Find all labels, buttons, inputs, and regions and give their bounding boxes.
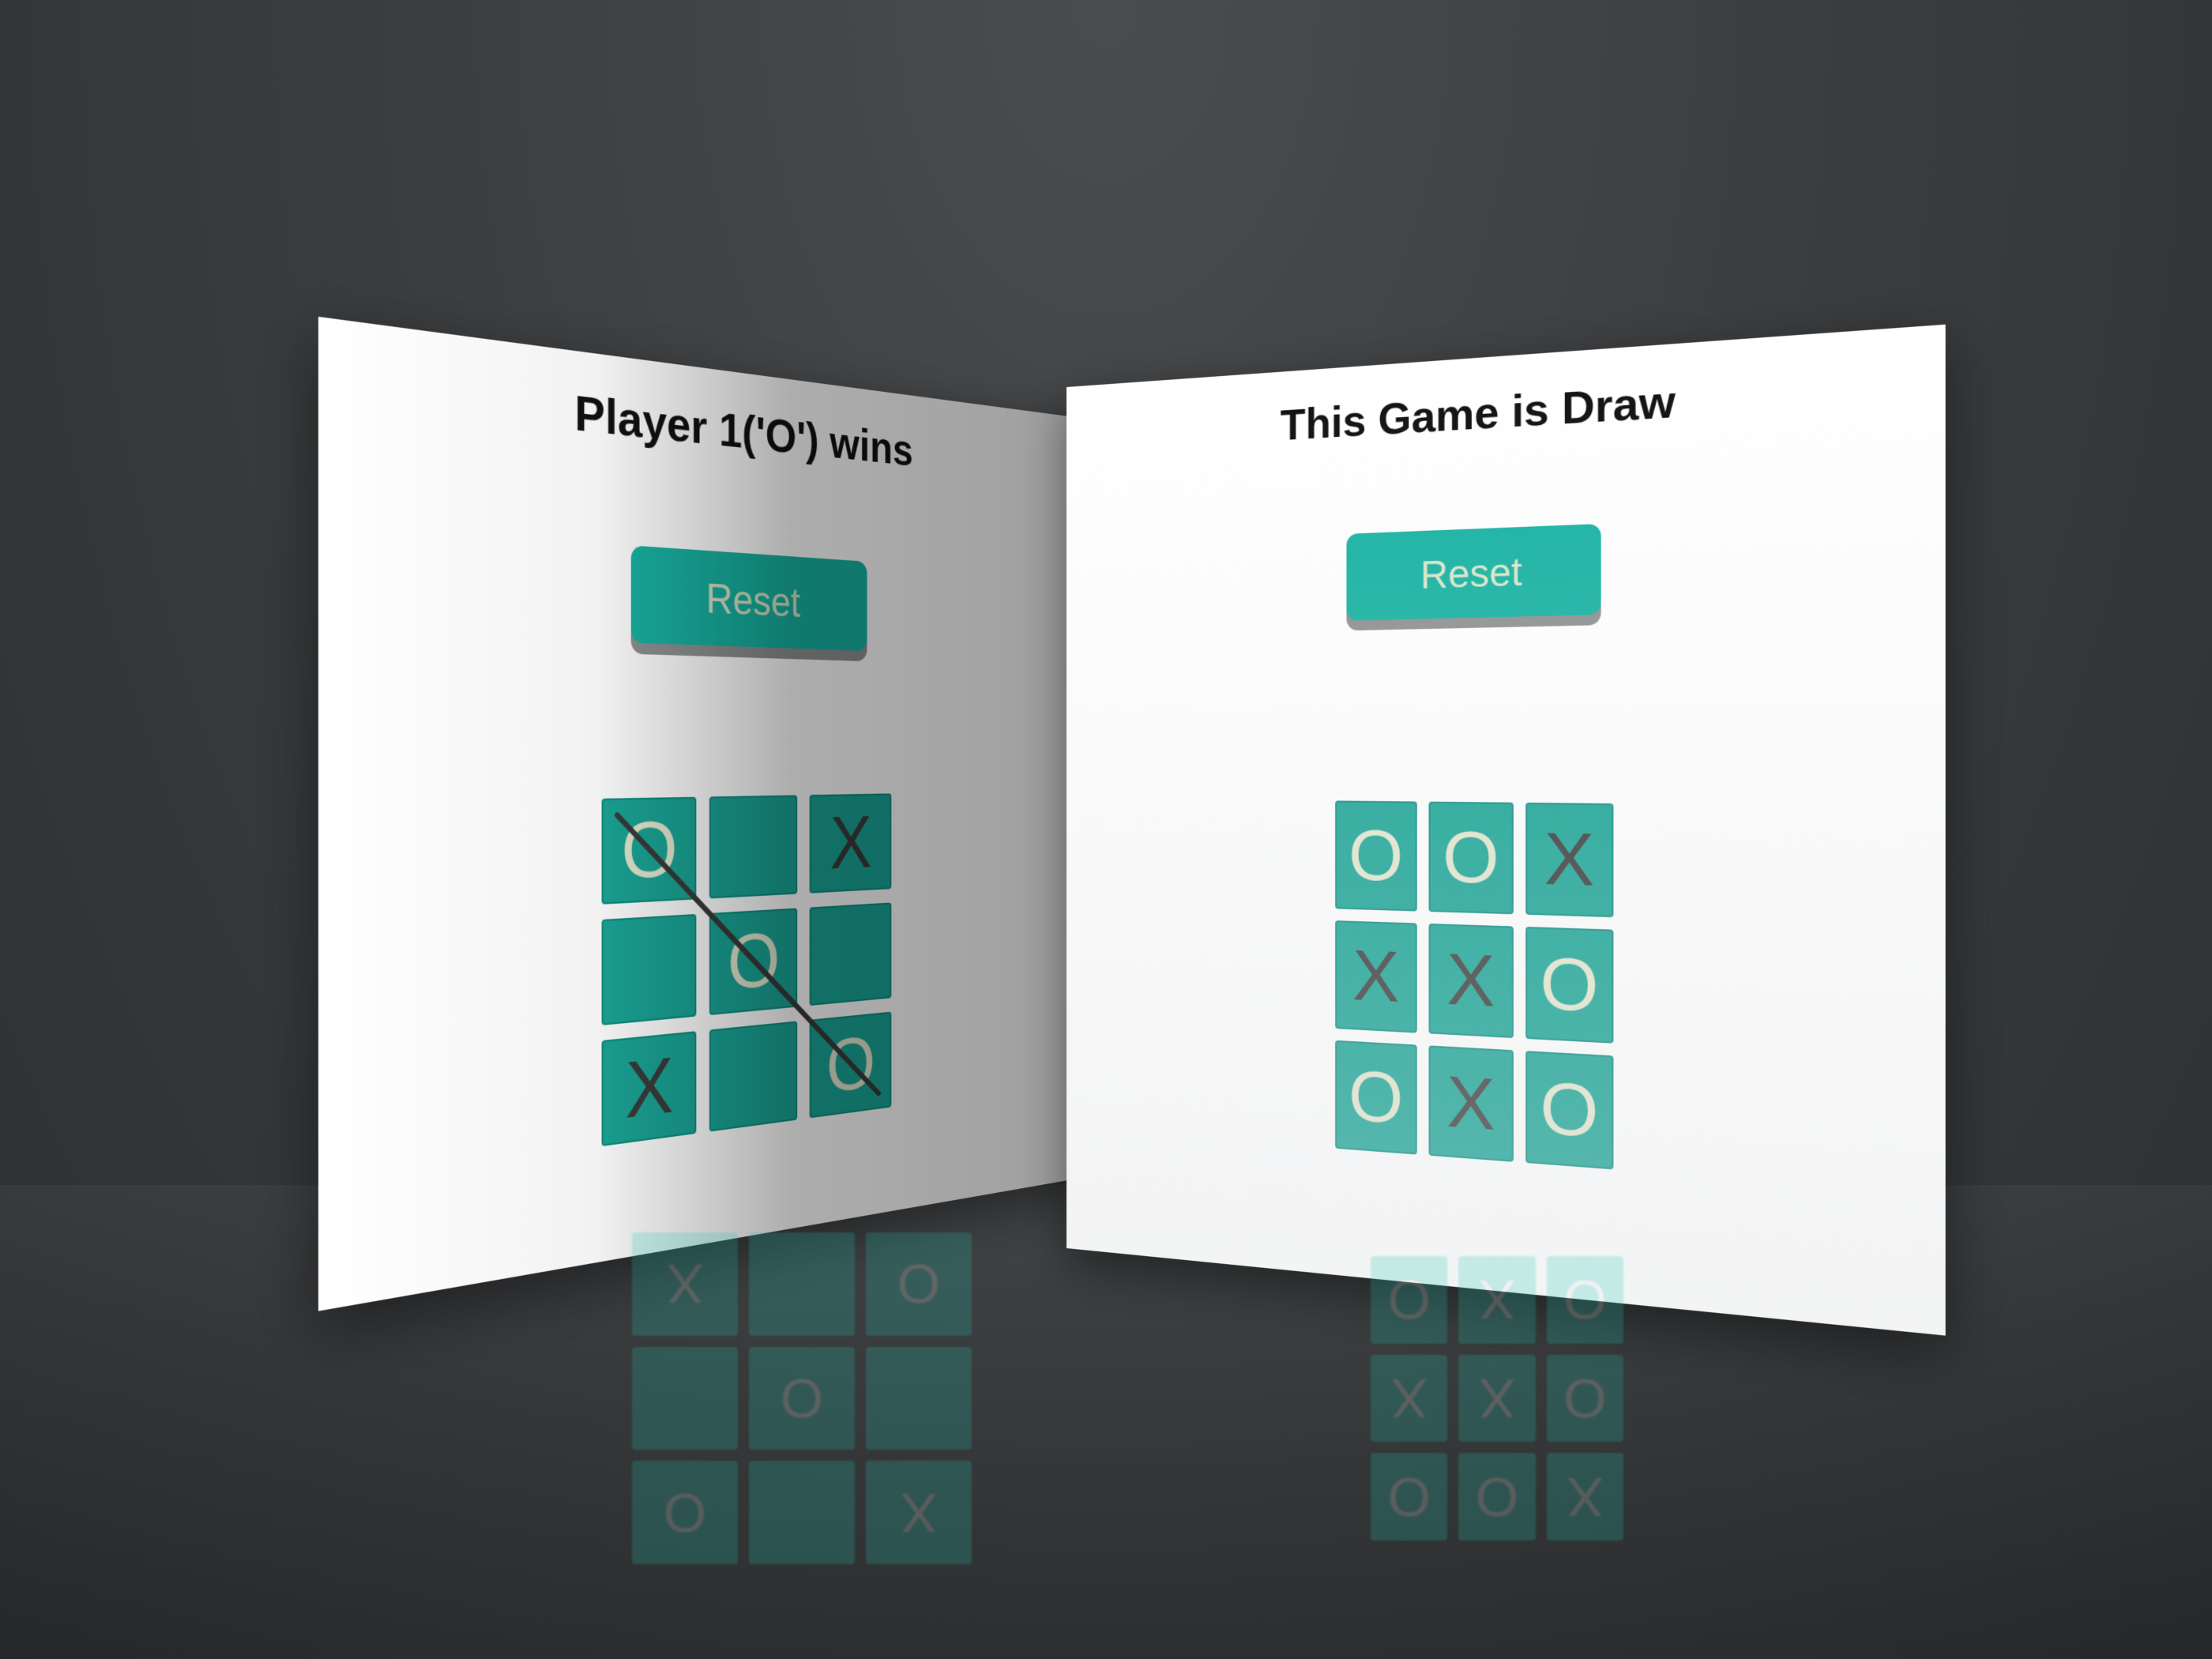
board-cell[interactable]: O bbox=[1335, 800, 1417, 912]
board-cell[interactable]: X bbox=[1428, 924, 1514, 1039]
reflected-cell: O bbox=[1458, 1453, 1536, 1540]
board-cell[interactable]: X bbox=[1525, 802, 1614, 918]
reflected-cell bbox=[632, 1346, 738, 1450]
draw-game-screen: This Game is Draw Reset O O X X X O O X … bbox=[1066, 324, 1946, 1336]
reflected-cell bbox=[749, 1232, 855, 1336]
winning-game-screen: Player 1('O') wins Reset O X O X O bbox=[318, 316, 1087, 1311]
reflected-cell: O bbox=[1371, 1453, 1448, 1540]
game-status: Player 1('O') wins bbox=[574, 386, 913, 476]
board-cell[interactable] bbox=[709, 1021, 798, 1132]
left-board-reflection: O X O X O bbox=[632, 1232, 972, 1564]
board-cell[interactable] bbox=[601, 913, 697, 1025]
reflected-cell: X bbox=[1458, 1256, 1536, 1344]
board-cell[interactable]: O bbox=[809, 1011, 892, 1119]
reflected-cell: O bbox=[1546, 1256, 1623, 1344]
reflected-cell: X bbox=[1546, 1453, 1623, 1540]
right-board-reflection: O O X X X O O X O bbox=[1371, 1256, 1623, 1540]
board-cell[interactable]: X bbox=[1335, 920, 1417, 1033]
board-cell[interactable] bbox=[709, 795, 798, 899]
game-status: This Game is Draw bbox=[1280, 376, 1676, 450]
board-cell[interactable]: X bbox=[809, 793, 892, 893]
board-cell[interactable]: O bbox=[709, 908, 798, 1016]
reset-button[interactable]: Reset bbox=[630, 545, 867, 652]
game-board: O X O X O bbox=[601, 793, 892, 1147]
reflected-cell bbox=[866, 1346, 972, 1450]
reset-button[interactable]: Reset bbox=[1346, 523, 1601, 621]
board-cell[interactable]: O bbox=[1335, 1040, 1417, 1155]
reflected-cell: O bbox=[1371, 1256, 1448, 1344]
reflected-cell: O bbox=[632, 1461, 738, 1564]
board-cell[interactable]: X bbox=[1428, 1045, 1514, 1162]
reflected-cell bbox=[749, 1461, 855, 1564]
reflected-cell: O bbox=[749, 1346, 855, 1450]
game-board: O O X X X O O X O bbox=[1335, 800, 1614, 1170]
board-cell[interactable]: X bbox=[601, 1031, 697, 1147]
reflected-cell: X bbox=[1458, 1354, 1536, 1443]
reflected-cell: O bbox=[866, 1232, 972, 1336]
board-cell[interactable] bbox=[809, 902, 892, 1006]
scene: Player 1('O') wins Reset O X O X O This … bbox=[0, 0, 2212, 1659]
board-cell[interactable]: O bbox=[601, 796, 697, 905]
reflected-cell: O bbox=[1546, 1354, 1623, 1443]
reflected-cell: X bbox=[866, 1461, 972, 1564]
reflected-cell: X bbox=[1371, 1354, 1448, 1443]
board-cell[interactable]: O bbox=[1525, 927, 1614, 1044]
board-cell[interactable]: O bbox=[1525, 1051, 1614, 1170]
board-cell[interactable]: O bbox=[1428, 801, 1514, 915]
reflected-cell: X bbox=[632, 1232, 738, 1336]
